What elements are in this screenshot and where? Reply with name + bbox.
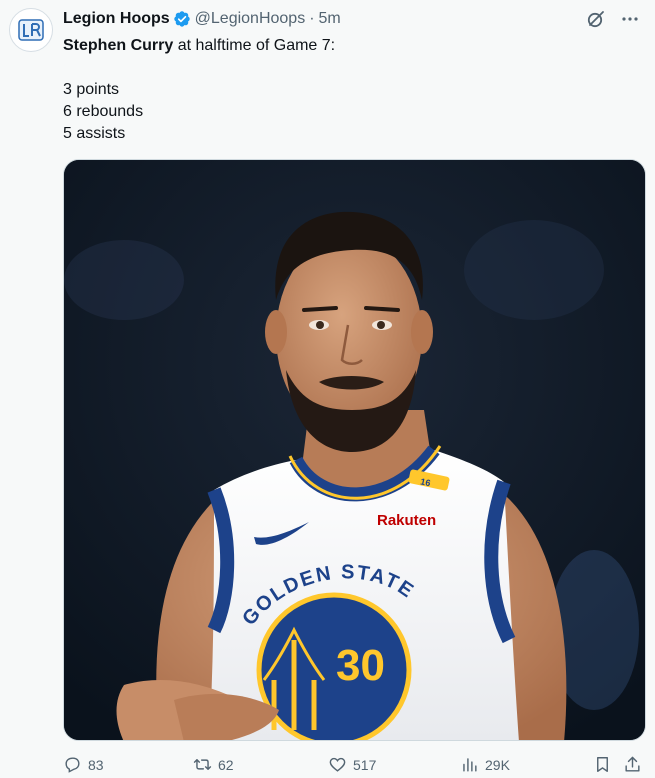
player-name: Stephen Curry [63, 37, 174, 54]
bookmark-button[interactable] [593, 755, 612, 774]
tweet-text: Stephen Curry at halftime of Game 7: 3 p… [63, 35, 623, 145]
stat-assists: 5 assists [63, 125, 126, 142]
tweet-actions-bar: 83 62 517 29K [63, 755, 643, 777]
tweet-header: Legion Hoops @LegionHoops · 5m [63, 9, 341, 29]
jersey-sponsor: Rakuten [377, 512, 436, 529]
views-icon [463, 758, 477, 772]
tweet-timestamp[interactable]: 5m [319, 9, 341, 29]
grok-icon [587, 11, 604, 28]
author-name[interactable]: Legion Hoops [63, 9, 170, 29]
more-icon [622, 17, 638, 21]
grok-button[interactable] [585, 8, 607, 30]
reply-button[interactable]: 83 [63, 755, 104, 774]
stat-points: 3 points [63, 81, 120, 98]
more-options-button[interactable] [619, 8, 641, 30]
author-handle[interactable]: @LegionHoops [195, 9, 306, 29]
reply-icon [65, 757, 80, 773]
like-button[interactable]: 517 [328, 755, 376, 774]
tweet-line: Stephen Curry at halftime of Game 7: [63, 35, 623, 57]
legion-hoops-logo-icon [18, 19, 44, 41]
player-photo-illustration: 16 Rakuten GOLDEN STATE 30 [64, 160, 645, 740]
like-icon [329, 757, 346, 772]
share-icon [625, 756, 640, 772]
tweet-photo[interactable]: 16 Rakuten GOLDEN STATE 30 [63, 159, 646, 741]
stat-rebounds: 6 rebounds [63, 103, 144, 120]
reply-count: 83 [88, 756, 104, 773]
repost-icon [193, 759, 212, 770]
header-separator: · [309, 10, 315, 27]
share-button[interactable] [623, 755, 642, 774]
jersey-strap-number: 16 [420, 476, 432, 488]
verified-badge-icon[interactable] [173, 10, 191, 28]
jersey-number: 30 [336, 641, 385, 690]
views-count: 29K [485, 756, 510, 773]
repost-button[interactable]: 62 [193, 755, 234, 774]
tweet-top-actions [585, 8, 641, 30]
views-button[interactable]: 29K [460, 755, 510, 774]
repost-count: 62 [218, 756, 234, 773]
author-avatar[interactable] [9, 8, 53, 52]
tweet-card[interactable]: Legion Hoops @LegionHoops · 5m Stephen C… [0, 0, 655, 778]
like-count: 517 [353, 756, 377, 773]
bookmark-icon [597, 757, 608, 772]
tweet-line-text: at halftime of Game 7: [173, 37, 336, 54]
